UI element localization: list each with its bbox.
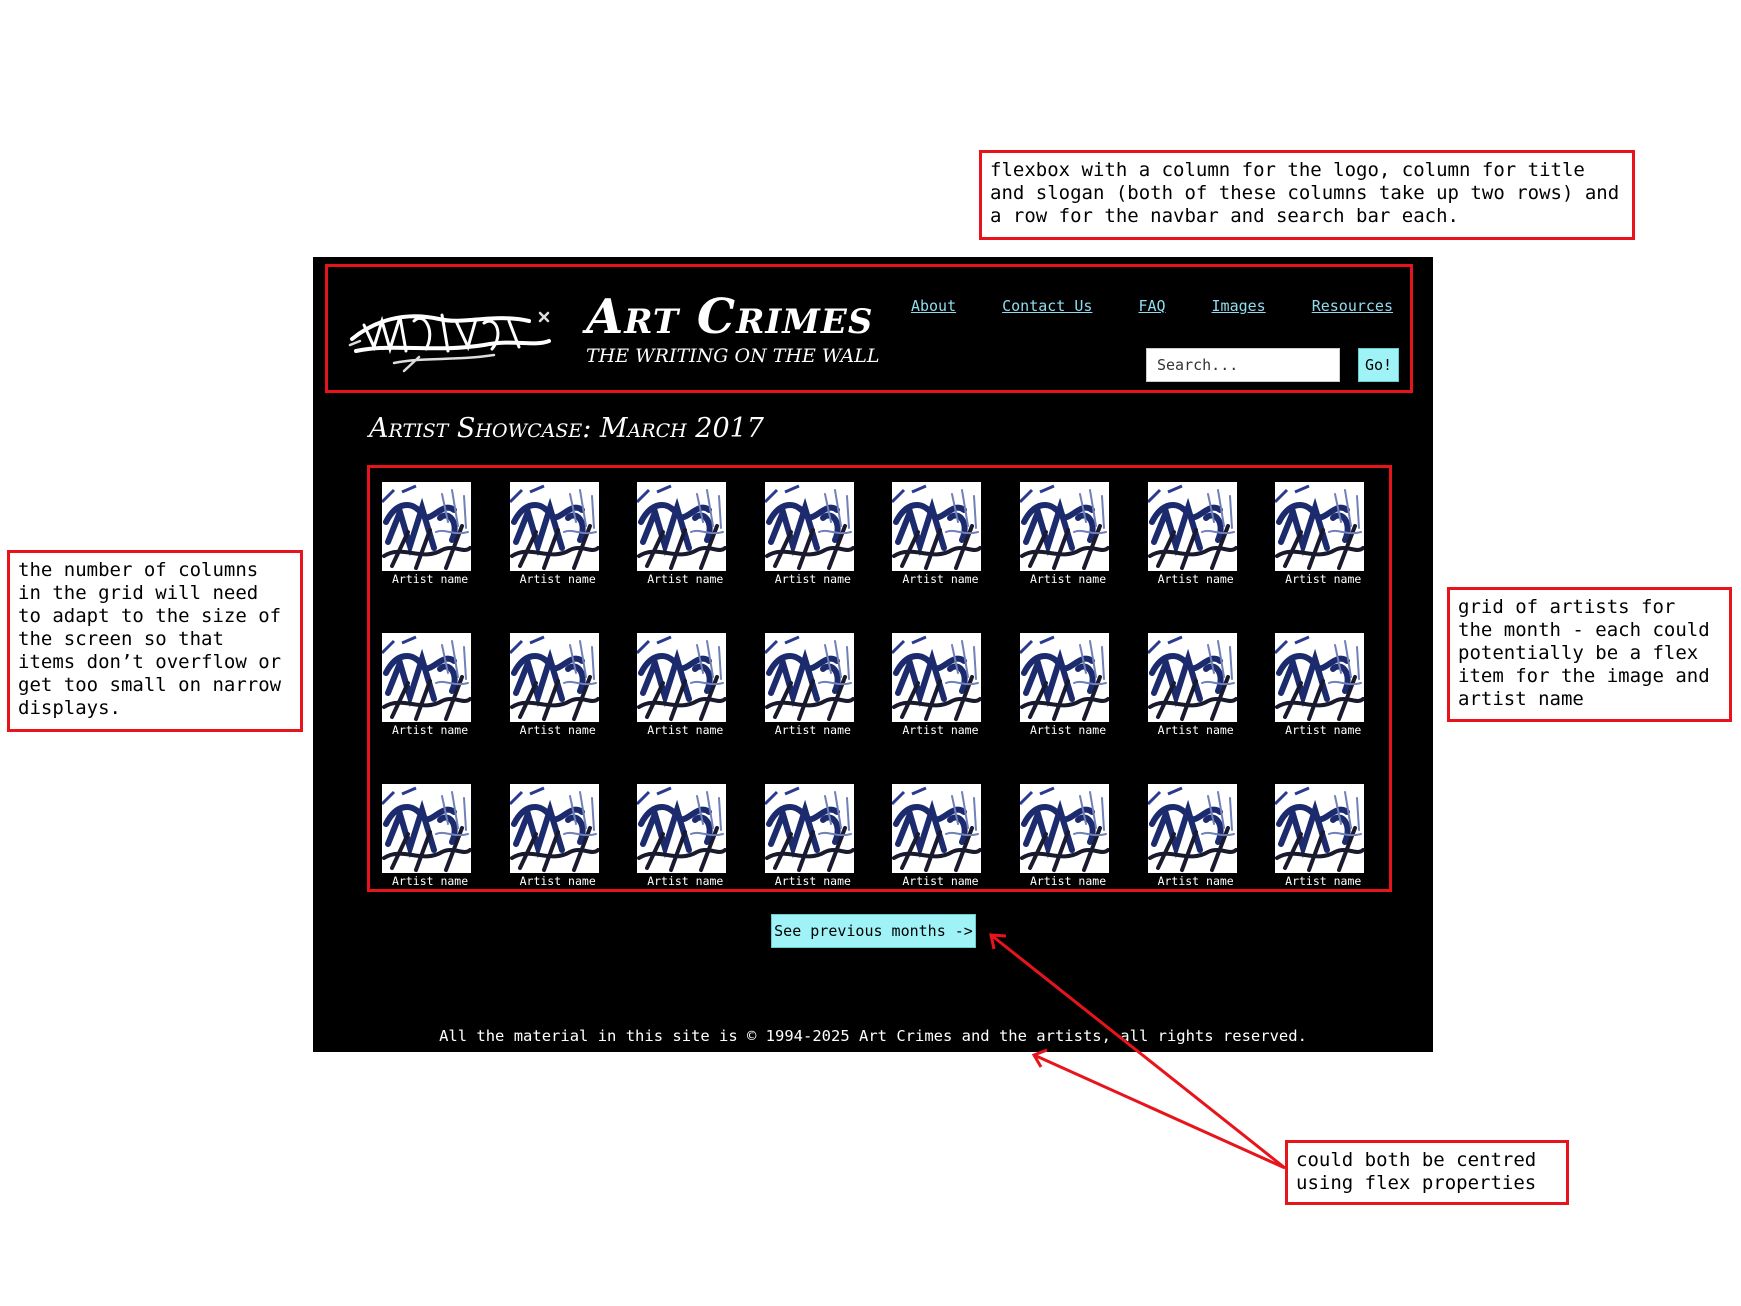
artist-name: Artist name [392,874,469,888]
artist-card[interactable]: Artist name [764,633,875,738]
graffiti-thumbnail-icon [1275,482,1365,571]
artist-name: Artist name [1029,572,1107,586]
artist-card[interactable]: Artist name [1275,784,1385,889]
annotation-grid-columns: the number of columns in the grid will n… [7,550,303,732]
graffiti-thumbnail-icon [637,784,727,873]
graffiti-thumbnail-icon [764,482,854,571]
artist-name: Artist name [1157,572,1234,586]
artist-card[interactable]: Artist name [1019,482,1130,587]
graffiti-thumbnail-icon [637,633,727,722]
graffiti-thumbnail-icon [509,482,599,571]
artist-name: Artist name [519,874,596,888]
artist-grid: Artist name Artist name Artist name Arti… [367,465,1392,892]
artist-name: Artist name [647,572,724,586]
artist-card[interactable]: Artist name [1147,482,1258,587]
annotation-header-layout: flexbox with a column for the logo, colu… [979,150,1635,240]
graffiti-thumbnail-icon [764,784,854,873]
artist-name: Artist name [1285,723,1362,737]
graffiti-thumbnail-icon [1019,784,1109,873]
artist-card[interactable]: Artist name [892,633,1002,738]
arrow-to-footer [1033,1053,1286,1170]
artist-card[interactable]: Artist name [764,784,875,889]
graffiti-thumbnail-icon [509,784,599,873]
artist-name: Artist name [774,874,851,888]
artist-card[interactable]: Artist name [382,784,492,889]
graffiti-thumbnail-icon [892,482,982,571]
artist-card[interactable]: Artist name [637,633,747,738]
site-mockup: Art Crimes THE WRITING ON THE WALL About… [313,257,1433,1052]
artist-card[interactable]: Artist name [637,784,747,889]
search-go-button[interactable]: Go! [1358,348,1399,382]
graffiti-thumbnail-icon [1019,633,1109,722]
artist-card[interactable]: Artist name [1019,633,1130,738]
artist-card[interactable]: Artist name [1147,633,1258,738]
artist-name: Artist name [902,723,979,737]
artist-card[interactable]: Artist name [1275,482,1385,587]
artist-card[interactable]: Artist name [637,482,747,587]
artist-name: Artist name [774,723,851,737]
nav-link-images[interactable]: Images [1212,297,1266,315]
nav-link-about[interactable]: About [911,297,956,315]
graffiti-thumbnail-icon [892,633,982,722]
artist-name: Artist name [902,572,979,586]
nav-link-resources[interactable]: Resources [1312,297,1393,315]
artist-name: Artist name [392,572,469,586]
graffiti-thumbnail-icon [382,482,471,571]
artist-name: Artist name [647,723,724,737]
nav-link-contact-us[interactable]: Contact Us [1002,297,1092,315]
see-previous-months-button[interactable]: See previous months -> [771,914,976,948]
artist-card[interactable]: Artist name [764,482,875,587]
artist-card[interactable]: Artist name [1275,633,1385,738]
annotation-artist-grid: grid of artists for the month - each cou… [1447,587,1732,722]
graffiti-thumbnail-icon [892,784,982,873]
artist-name: Artist name [392,723,469,737]
showcase-title: Artist Showcase: March 2017 [369,413,764,444]
nav-link-faq[interactable]: FAQ [1138,297,1165,315]
artist-card[interactable]: Artist name [509,482,620,587]
graffiti-thumbnail-icon [1147,784,1237,873]
artist-name: Artist name [1157,723,1234,737]
site-title: Art Crimes [586,289,874,345]
annotation-centred: could both be centred using flex propert… [1285,1140,1569,1205]
graffiti-thumbnail-icon [637,482,727,571]
artist-card[interactable]: Artist name [1019,784,1130,889]
footer-copyright: All the material in this site is © 1994-… [439,1027,1307,1045]
artist-card[interactable]: Artist name [509,784,620,889]
graffiti-thumbnail-icon [382,784,471,873]
artist-name: Artist name [1157,874,1234,888]
graffiti-thumbnail-icon [382,633,471,722]
site-slogan: THE WRITING ON THE WALL [586,345,880,367]
artist-name: Artist name [1285,572,1362,586]
artist-name: Artist name [519,723,596,737]
graffiti-thumbnail-icon [509,633,599,722]
artist-card[interactable]: Artist name [382,633,492,738]
graffiti-thumbnail-icon [1275,784,1365,873]
artist-name: Artist name [519,572,596,586]
site-header: Art Crimes THE WRITING ON THE WALL About… [325,264,1413,393]
main-navbar: About Contact Us FAQ Images Resources [911,297,1393,315]
artist-name: Artist name [902,874,979,888]
graffiti-thumbnail-icon [1147,482,1237,571]
artist-card[interactable]: Artist name [892,482,1002,587]
graffiti-thumbnail-icon [1147,633,1237,722]
graffiti-thumbnail-icon [764,633,854,722]
artist-name: Artist name [647,874,724,888]
graffiti-thumbnail-icon [1275,633,1365,722]
artist-name: Artist name [1285,874,1362,888]
artist-card[interactable]: Artist name [1147,784,1258,889]
graffiti-tag-logo-icon [348,311,551,373]
artist-name: Artist name [774,572,851,586]
artist-card[interactable]: Artist name [382,482,492,587]
artist-name: Artist name [1029,723,1107,737]
artist-card[interactable]: Artist name [509,633,620,738]
artist-card[interactable]: Artist name [892,784,1002,889]
artist-name: Artist name [1029,874,1107,888]
search-input[interactable] [1146,348,1340,382]
graffiti-thumbnail-icon [1019,482,1109,571]
